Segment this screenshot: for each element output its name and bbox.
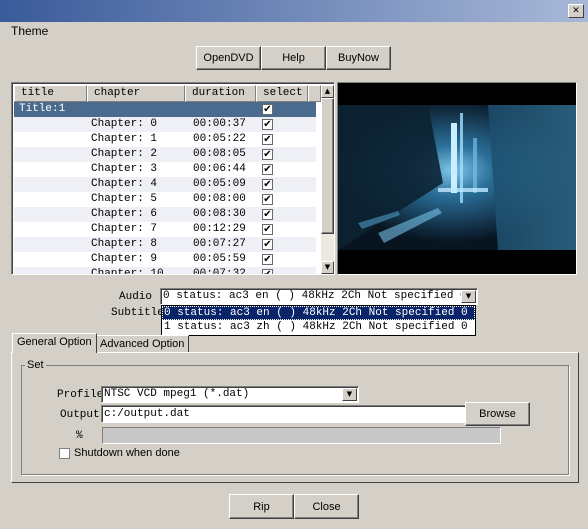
profile-label: Profile — [57, 389, 104, 401]
chapter-duration: 00:08:05 — [193, 148, 246, 160]
audio-select[interactable]: 0 status: ac3 en ( ) 48kHz 2Ch Not speci… — [160, 288, 478, 305]
column-header-chapter[interactable]: chapter — [87, 85, 185, 102]
tab-advanced-label: Advanced Option — [100, 338, 185, 350]
chapter-row[interactable]: Chapter: 3 00:06:44 ✔ — [14, 162, 316, 177]
output-field[interactable]: c:/output.dat — [101, 405, 466, 423]
chapter-select-checkbox[interactable]: ✔ — [262, 149, 273, 160]
chapter-label: Chapter: 5 — [91, 193, 158, 205]
chapter-label: Chapter: 7 — [91, 223, 158, 235]
opendvd-button[interactable]: OpenDVD — [196, 46, 261, 70]
chapter-duration: 00:08:00 — [193, 193, 246, 205]
scroll-thumb[interactable] — [321, 98, 334, 234]
chapter-label: Chapter: 0 — [91, 118, 158, 130]
chapter-row[interactable]: Chapter: 0 00:00:37 ✔ — [14, 117, 316, 132]
chapter-select-checkbox[interactable]: ✔ — [262, 254, 273, 265]
close-button[interactable]: Close — [294, 494, 359, 519]
chapter-select-checkbox[interactable]: ✔ — [262, 179, 273, 190]
title-label: Title:1 — [19, 103, 66, 115]
chapter-label: Chapter: 10 — [91, 268, 164, 275]
column-header-select[interactable]: select — [256, 85, 308, 102]
chapter-select-checkbox[interactable]: ✔ — [262, 194, 273, 205]
profile-select[interactable]: NTSC VCD mpeg1 (*.dat) ▼ — [101, 386, 359, 403]
column-header-title[interactable]: title — [14, 85, 87, 102]
output-label: Output — [60, 409, 100, 421]
chapter-duration: 00:05:22 — [193, 133, 246, 145]
title-bar[interactable]: ✕ — [0, 0, 588, 22]
chapter-select-checkbox[interactable]: ✔ — [262, 164, 273, 175]
tab-advanced-option[interactable]: Advanced Option — [95, 335, 190, 352]
chapter-duration: 00:06:44 — [193, 163, 246, 175]
scroll-up-icon[interactable]: ▲ — [321, 85, 334, 98]
close-window-icon[interactable]: ✕ — [568, 4, 584, 18]
rip-button[interactable]: Rip — [229, 494, 294, 519]
chapter-row[interactable]: Chapter: 1 00:05:22 ✔ — [14, 132, 316, 147]
subtitle-option[interactable]: 0 status: ac3 en ( ) 48kHz 2Ch Not speci… — [162, 306, 475, 320]
shutdown-checkbox[interactable] — [59, 448, 70, 459]
chapter-row[interactable]: Chapter: 2 00:08:05 ✔ — [14, 147, 316, 162]
chapter-row[interactable]: Chapter: 4 00:05:09 ✔ — [14, 177, 316, 192]
chapter-select-checkbox[interactable]: ✔ — [262, 269, 273, 274]
chapter-duration: 00:08:30 — [193, 208, 246, 220]
chapter-duration: 00:07:27 — [193, 238, 246, 250]
video-preview — [337, 82, 577, 275]
menu-bar: Theme — [0, 22, 588, 40]
set-group-label: Set — [25, 359, 46, 371]
chapter-duration: 00:05:59 — [193, 253, 246, 265]
chapter-select-checkbox[interactable]: ✔ — [262, 134, 273, 145]
chapter-duration: 00:12:29 — [193, 223, 246, 235]
chapter-row[interactable]: Chapter: 10 00:07:32 ✔ — [14, 267, 316, 275]
title-select-checkbox[interactable]: ✔ — [262, 104, 273, 115]
chapter-row[interactable]: Chapter: 5 00:08:00 ✔ — [14, 192, 316, 207]
column-header-filler — [308, 85, 321, 102]
chapter-select-checkbox[interactable]: ✔ — [262, 224, 273, 235]
chapter-label: Chapter: 2 — [91, 148, 158, 160]
buynow-button[interactable]: BuyNow — [326, 46, 391, 70]
tab-general-option[interactable]: General Option — [12, 333, 97, 353]
chapter-duration: 00:05:09 — [193, 178, 246, 190]
chapter-duration: 00:00:37 — [193, 118, 246, 130]
list-scrollbar[interactable]: ▲ ▼ — [321, 85, 334, 274]
progress-bar — [102, 427, 501, 444]
subtitle-dropdown-list[interactable]: 0 status: ac3 en ( ) 48kHz 2Ch Not speci… — [161, 305, 476, 336]
title-row[interactable]: Title:1 ✔ — [14, 102, 316, 117]
chapter-label: Chapter: 1 — [91, 133, 158, 145]
chapter-label: Chapter: 6 — [91, 208, 158, 220]
subtitle-label: Subtitle — [111, 307, 164, 319]
chapter-select-checkbox[interactable]: ✔ — [262, 209, 273, 220]
chapter-select-checkbox[interactable]: ✔ — [262, 239, 273, 250]
shutdown-label[interactable]: Shutdown when done — [74, 447, 180, 459]
chapter-row[interactable]: Chapter: 8 00:07:27 ✔ — [14, 237, 316, 252]
chevron-down-icon[interactable]: ▼ — [342, 388, 357, 401]
percent-label: % — [76, 430, 83, 442]
profile-value: NTSC VCD mpeg1 (*.dat) — [104, 388, 250, 400]
chapter-row[interactable]: Chapter: 7 00:12:29 ✔ — [14, 222, 316, 237]
audio-label: Audio — [119, 291, 153, 303]
subtitle-option[interactable]: 1 status: ac3 zh ( ) 48kHz 2Ch Not speci… — [162, 320, 475, 334]
scroll-down-icon[interactable]: ▼ — [321, 261, 334, 274]
tab-general-label: General Option — [17, 336, 92, 348]
chapter-list[interactable]: title chapter duration select Title:1 ✔ … — [11, 82, 335, 275]
chapter-duration: 00:07:32 — [193, 268, 246, 275]
video-frame-image — [338, 83, 576, 274]
chapter-row[interactable]: Chapter: 9 00:05:59 ✔ — [14, 252, 316, 267]
chapter-label: Chapter: 9 — [91, 253, 158, 265]
chapter-label: Chapter: 4 — [91, 178, 158, 190]
chapter-select-checkbox[interactable]: ✔ — [262, 119, 273, 130]
help-button[interactable]: Help — [261, 46, 326, 70]
column-header-duration[interactable]: duration — [185, 85, 256, 102]
chevron-down-icon[interactable]: ▼ — [461, 290, 476, 303]
browse-button[interactable]: Browse — [465, 402, 530, 426]
audio-value: 0 status: ac3 en ( ) 48kHz 2Ch Not speci… — [163, 290, 467, 302]
menu-theme[interactable]: Theme — [11, 24, 48, 38]
chapter-label: Chapter: 3 — [91, 163, 158, 175]
chapter-label: Chapter: 8 — [91, 238, 158, 250]
chapter-row[interactable]: Chapter: 6 00:08:30 ✔ — [14, 207, 316, 222]
